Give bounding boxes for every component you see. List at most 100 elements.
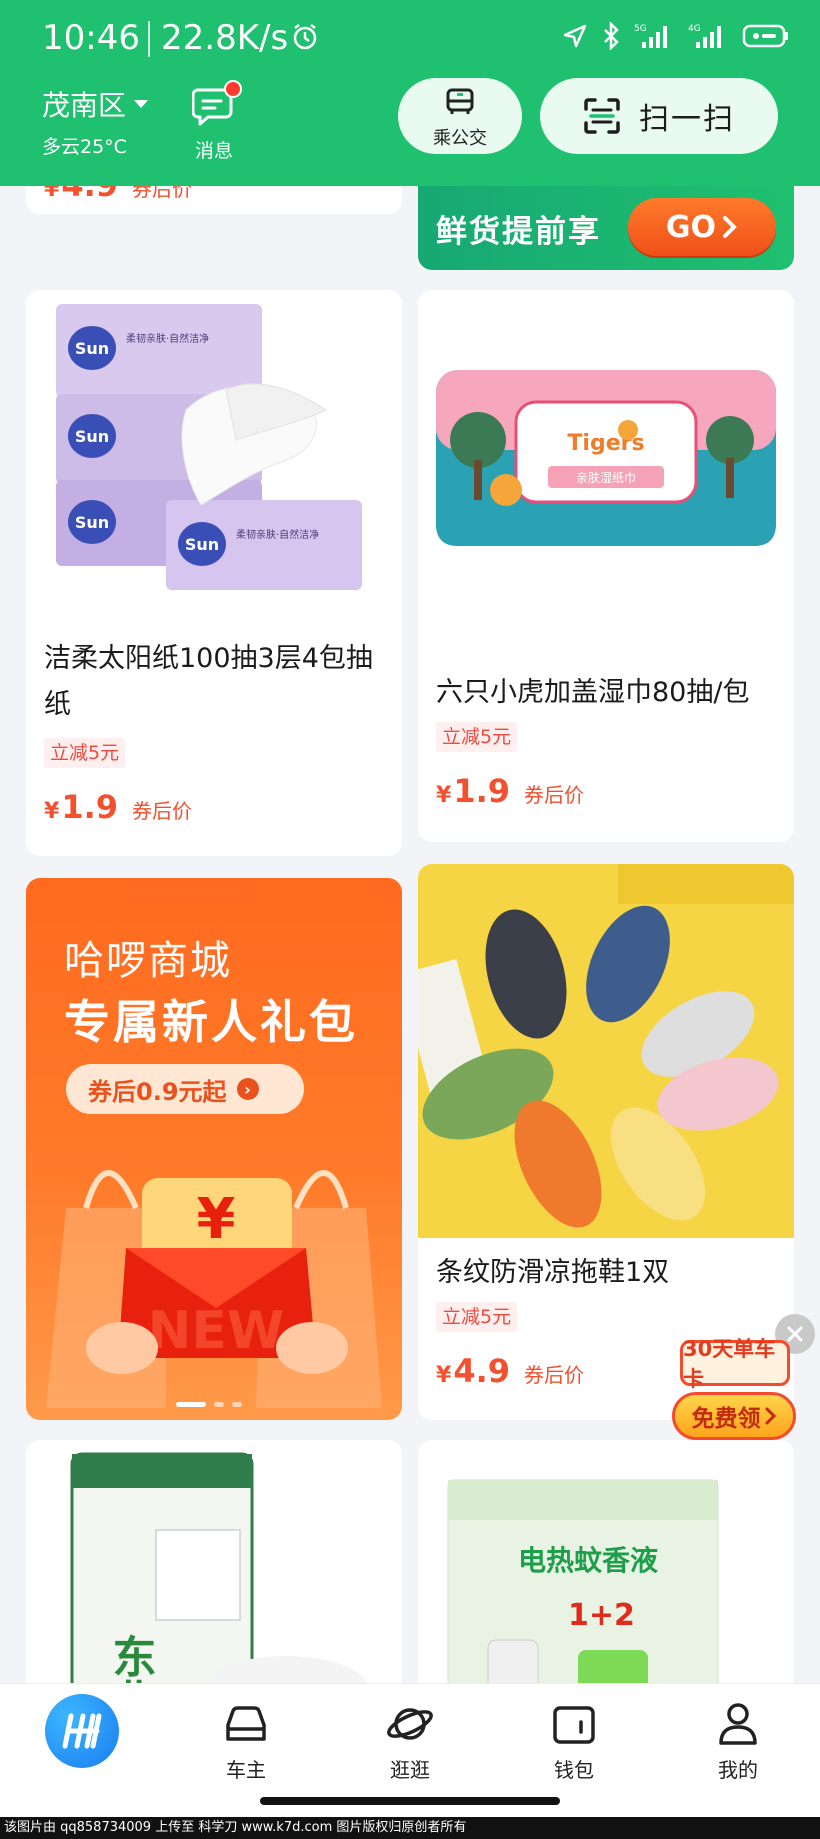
- nav-profile[interactable]: 我的: [656, 1684, 820, 1787]
- product-title: 六只小虎加盖湿巾80抽/包: [436, 677, 750, 708]
- bike-card-title: 30天单车卡: [680, 1337, 790, 1391]
- promo-coupon-button[interactable]: 券后0.9元起 ›: [66, 1064, 304, 1114]
- svg-text:Sun: Sun: [185, 535, 219, 554]
- product-image-wipes: Tigers 亲肤湿纸巾: [418, 290, 794, 616]
- battery-icon: [742, 24, 788, 48]
- product-price: ¥ 1.9 券后价: [44, 788, 192, 826]
- promo-coupon-label: 券后0.9元起: [88, 1077, 227, 1106]
- product-price: ¥ 4.9 券后价: [44, 186, 192, 204]
- fresh-goods-text: 鲜货提前享: [436, 214, 601, 250]
- product-title: 条纹防滑凉拖鞋1双: [436, 1257, 670, 1288]
- svg-text:5G: 5G: [634, 24, 647, 34]
- unread-dot: [224, 80, 242, 98]
- mosquito-combo: 1+2: [568, 1598, 635, 1633]
- scan-icon: [584, 98, 620, 134]
- svg-text:Sun: Sun: [75, 513, 109, 532]
- bottom-navigation: 车主 逛逛 钱包 我的: [0, 1683, 820, 1787]
- nav-home[interactable]: [0, 1684, 164, 1787]
- product-card-partial[interactable]: ¥ 4.9 券后价: [26, 186, 402, 214]
- product-card-rice[interactable]: 东北大米: [26, 1440, 402, 1683]
- discount-tag: 立减5元: [44, 738, 126, 768]
- price-value: 4.9: [61, 186, 118, 204]
- chevron-right-icon: [723, 216, 737, 238]
- svg-text:¥: ¥: [197, 1187, 236, 1252]
- car-icon: [226, 1706, 266, 1741]
- go-button[interactable]: GO: [628, 198, 776, 256]
- svg-text:NEW: NEW: [148, 1301, 284, 1361]
- user-icon: [719, 1703, 757, 1745]
- signal-5g-icon: 5G: [634, 24, 667, 48]
- status-icons: 5G 4G: [562, 22, 790, 50]
- alarm-icon: [293, 24, 317, 50]
- discount-tag: 立减5元: [436, 722, 518, 752]
- wipes-sub-text: 亲肤湿纸巾: [576, 470, 636, 485]
- location-selector[interactable]: 茂南区 多云25°C: [42, 84, 150, 159]
- bus-icon: [446, 88, 474, 114]
- nav-car-owner[interactable]: 车主: [164, 1684, 328, 1787]
- take-bus-label: 乘公交: [433, 128, 487, 149]
- product-card-wipes[interactable]: Tigers 亲肤湿纸巾 六只小虎加盖湿巾80抽/包 立减5元 ¥ 1.9 券后…: [418, 290, 794, 842]
- promo-subtitle: 专属新人礼包: [64, 995, 358, 1049]
- chevron-right-icon: ›: [236, 1078, 259, 1100]
- messages-button[interactable]: 消息: [188, 80, 242, 163]
- product-image-rice: 东北大米: [26, 1440, 402, 1683]
- product-image-slippers: [418, 864, 794, 1238]
- svg-text:4G: 4G: [688, 24, 701, 34]
- hello-logo-icon: [45, 1694, 119, 1768]
- nav-explore-label: 逛逛: [390, 1758, 430, 1782]
- price-value: 1.9: [61, 788, 118, 826]
- status-separator: |: [143, 16, 156, 57]
- fresh-goods-banner[interactable]: 鲜货提前享 GO: [418, 186, 794, 270]
- planet-icon: [387, 1708, 433, 1740]
- nav-explore[interactable]: 逛逛: [328, 1684, 492, 1787]
- product-image-mosquito: 电热蚊香液 1+2: [418, 1440, 794, 1683]
- wallet-icon: [553, 1706, 595, 1744]
- go-label: GO: [665, 209, 717, 245]
- app-header: 10:46 | 22.8K/s 5G 4G 茂南区 多云25°C 消息 乘公交 …: [0, 0, 820, 186]
- screen: 10:46 | 22.8K/s 5G 4G 茂南区 多云25°C 消息 乘公交 …: [0, 0, 820, 1839]
- svg-text:Sun: Sun: [75, 427, 109, 446]
- nav-car-owner-label: 车主: [226, 1758, 266, 1782]
- price-currency: ¥: [44, 186, 60, 202]
- product-image-tissue: Sun Sun Sun Sun 柔韧亲肤·自然洁净 柔韧亲肤·自然洁净: [26, 290, 402, 616]
- home-indicator[interactable]: [260, 1797, 560, 1805]
- chevron-right-icon: [765, 1407, 776, 1425]
- nav-wallet[interactable]: 钱包: [492, 1684, 656, 1787]
- location-icon: [563, 24, 587, 48]
- status-time: 10:46: [42, 18, 140, 58]
- carousel-dot: [214, 1402, 224, 1407]
- network-speed: 22.8K/s: [161, 18, 289, 58]
- bike-card-floating-badge[interactable]: 30天单车卡 免费领: [672, 1337, 796, 1460]
- gesture-area: [0, 1787, 820, 1817]
- promo-title: 哈啰商城: [64, 938, 232, 984]
- svg-text:柔韧亲肤·自然洁净: 柔韧亲肤·自然洁净: [236, 528, 319, 541]
- carousel-dot: [232, 1402, 242, 1407]
- scan-button[interactable]: 扫一扫: [540, 78, 778, 154]
- messages-label: 消息: [194, 140, 233, 162]
- discount-tag: 立减5元: [436, 1302, 518, 1332]
- nav-wallet-label: 钱包: [554, 1758, 594, 1782]
- carousel-dot-active: [176, 1402, 206, 1407]
- new-user-gift-banner[interactable]: ¥ NEW 哈啰商城 专属新人礼包 券后0.9元起 ›: [26, 878, 402, 1420]
- watermark-text: 该图片由 qq858734009 上传至 科学刀 www.k7d.com 图片版…: [0, 1817, 820, 1839]
- price-currency: ¥: [436, 783, 452, 808]
- price-currency: ¥: [436, 1363, 452, 1388]
- bluetooth-icon: [604, 22, 619, 50]
- product-price: ¥ 1.9 券后价: [436, 772, 584, 810]
- product-card-tissue[interactable]: Sun Sun Sun Sun 柔韧亲肤·自然洁净 柔韧亲肤·自然洁净 洁柔太阳…: [26, 290, 402, 856]
- product-price: ¥ 4.9 券后价: [436, 1352, 584, 1390]
- take-bus-button[interactable]: 乘公交: [398, 78, 522, 154]
- price-value: 1.9: [453, 772, 510, 810]
- location-name: 茂南区: [42, 89, 127, 122]
- price-note: 券后价: [132, 186, 192, 201]
- free-claim-label: 免费领: [691, 1406, 761, 1432]
- scan-label: 扫一扫: [639, 102, 735, 137]
- rice-text: 东北大米: [105, 1634, 157, 1683]
- price-note: 券后价: [524, 783, 584, 807]
- weather-text: 多云25°C: [42, 136, 127, 158]
- caret-down-icon: [134, 100, 149, 108]
- status-bar: 10:46 | 22.8K/s 5G 4G: [0, 0, 820, 72]
- product-title: 洁柔太阳纸100抽3层4包抽纸: [44, 643, 373, 720]
- free-claim-button[interactable]: 免费领: [672, 1392, 796, 1440]
- product-card-mosquito[interactable]: 电热蚊香液 1+2: [418, 1440, 794, 1683]
